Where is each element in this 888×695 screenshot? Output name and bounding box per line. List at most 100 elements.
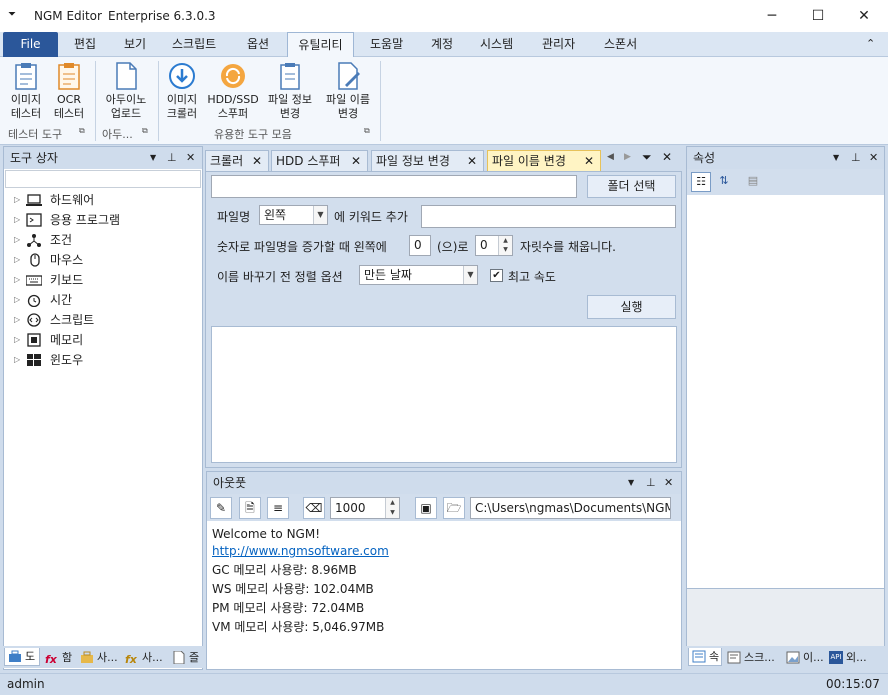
expand-arrow-icon[interactable]: ▷ [14,210,20,230]
tab-user-functions[interactable]: fx 사... [121,648,167,666]
panel-menu-icon[interactable]: ▼ [628,472,634,494]
tree-item-window[interactable]: ▷ 윈도우 [4,350,200,370]
tab-scroll-left-icon[interactable]: ◀ [607,152,614,162]
rename-results-list[interactable] [211,326,677,463]
tree-item-script[interactable]: ▷ 스크립트 [4,310,200,330]
tab-user[interactable]: 사... [76,648,120,666]
output-path-field[interactable]: C:\Users\ngmas\Documents\NGM6\ [470,497,671,519]
panel-menu-icon[interactable]: ▼ [150,147,156,169]
stepper-arrows-icon[interactable]: ▲ ▼ [385,498,399,518]
panel-close-icon[interactable]: ✕ [869,147,878,169]
menu-utility[interactable]: 유틸리티 [287,32,354,58]
quick-access-icon[interactable]: ⏷ [8,9,16,20]
tab-close-icon[interactable]: ✕ [351,151,361,171]
group-launcher-icon[interactable]: ⧉ [79,126,85,136]
start-number-input[interactable]: 0 [409,235,431,256]
fast-speed-checkbox[interactable]: ✔ [490,269,503,282]
menu-system[interactable]: 시스템 [474,32,519,57]
tab-functions[interactable]: fx 함 [41,648,75,666]
file-rename-button[interactable]: 파일 이름 변경 [320,61,376,121]
tab-file-rename[interactable]: 파일 이름 변경 ✕ [487,150,601,172]
eraser-icon[interactable]: ⌫ [303,497,325,519]
tree-item-application[interactable]: ▷ 응용 프로그램 [4,210,200,230]
close-button[interactable]: ✕ [841,0,887,32]
stepper-arrows-icon[interactable]: ▲ ▼ [498,236,512,255]
sort-select[interactable]: 만든 날짜 ▼ [359,265,478,285]
sort-alpha-icon[interactable]: ⇅ [714,172,734,192]
menu-account[interactable]: 계정 [425,32,459,57]
image-crawler-button[interactable]: 이미지 크롤러 [162,61,202,121]
group-launcher-icon[interactable]: ⧉ [142,126,148,136]
tab-external-api[interactable]: API 외... [825,648,879,666]
tab-close-icon[interactable]: ✕ [584,151,594,171]
keyword-input[interactable] [421,205,676,228]
tab-hdd-spoofer[interactable]: HDD 스푸퍼 ✕ [271,150,368,172]
open-folder-icon[interactable]: 🗁 [443,497,465,519]
property-pages-icon[interactable]: ▤ [743,172,763,192]
expand-arrow-icon[interactable]: ▷ [14,310,20,330]
expand-arrow-icon[interactable]: ▷ [14,290,20,310]
tree-item-hardware[interactable]: ▷ 하드웨어 [4,190,200,210]
line-count-stepper[interactable]: 1000 ▲ ▼ [330,497,400,519]
ribbon-collapse-icon[interactable]: ⌃ [860,32,881,57]
property-grid[interactable] [687,195,884,587]
pin-icon[interactable]: ⊥ [167,147,177,169]
digits-stepper[interactable]: 0 ▲ ▼ [475,235,513,256]
tab-script[interactable]: 스크... [723,648,781,666]
expand-arrow-icon[interactable]: ▷ [14,230,20,250]
menu-sponsor[interactable]: 스폰서 [598,32,643,57]
menu-options[interactable]: 옵션 [241,32,275,57]
tree-item-keyboard[interactable]: ▷ 키보드 [4,270,200,290]
menu-script[interactable]: 스크립트 [166,32,222,57]
menu-edit[interactable]: 편집 [68,32,102,57]
expand-arrow-icon[interactable]: ▷ [14,190,20,210]
expand-arrow-icon[interactable]: ▷ [14,250,20,270]
ocr-tester-button[interactable]: OCR 테스터 [50,61,88,121]
expand-arrow-icon[interactable]: ▷ [14,270,20,290]
tab-favorites[interactable]: 즐 [168,648,202,666]
list-icon[interactable]: ≡ [267,497,289,519]
dropdown-arrow-icon[interactable]: ▼ [313,206,327,224]
expand-arrow-icon[interactable]: ▷ [14,350,20,370]
tab-crawler[interactable]: 크롤러 ✕ [205,150,269,172]
menu-admin[interactable]: 관리자 [536,32,581,57]
folder-select-button[interactable]: 폴더 선택 [587,175,676,198]
folder-path-input[interactable] [211,175,577,198]
tree-item-condition[interactable]: ▷ 조건 [4,230,200,250]
tab-close-icon[interactable]: ✕ [467,151,477,171]
expand-arrow-icon[interactable]: ▷ [14,330,20,350]
pin-icon[interactable]: ⊥ [851,147,861,169]
panel-close-icon[interactable]: ✕ [186,147,195,169]
clear-output-icon[interactable]: ✎ [210,497,232,519]
tree-item-time[interactable]: ▷ 시간 [4,290,200,310]
tab-list-icon[interactable]: ⏷ [642,150,652,165]
website-link[interactable]: http://www.ngmsoftware.com [212,544,389,558]
menu-help[interactable]: 도움말 [364,32,409,57]
panel-menu-icon[interactable]: ▼ [833,147,839,169]
tab-close-icon[interactable]: ✕ [252,151,262,171]
close-document-icon[interactable]: ✕ [662,150,672,164]
panel-close-icon[interactable]: ✕ [664,472,673,494]
tree-item-mouse[interactable]: ▷ 마우스 [4,250,200,270]
categorized-icon[interactable]: ☷ [691,172,711,192]
menu-file[interactable]: File [3,32,58,57]
toolbox-search-input[interactable] [5,170,201,188]
image-tester-button[interactable]: 이미지 테스터 [6,61,46,121]
tab-toolbox[interactable]: 도 [4,648,40,666]
tab-file-info[interactable]: 파일 정보 변경 ✕ [371,150,484,172]
dropdown-arrow-icon[interactable]: ▼ [463,266,477,284]
file-info-change-button[interactable]: 파일 정보 변경 [263,61,317,121]
maximize-button[interactable]: ☐ [795,0,841,32]
minimize-button[interactable]: ─ [749,0,795,32]
save-log-icon[interactable]: 🗎 [239,497,261,519]
hdd-spoofer-button[interactable]: HDD/SSD 스푸퍼 [205,61,261,121]
menu-view[interactable]: 보기 [118,32,152,57]
group-launcher-icon[interactable]: ⧉ [364,126,370,136]
tab-scroll-right-icon[interactable]: ▶ [624,152,631,162]
pin-icon[interactable]: ⊥ [646,472,656,494]
tab-image[interactable]: 이... [782,648,824,666]
position-select[interactable]: 왼쪽 ▼ [259,205,328,225]
run-button[interactable]: 실행 [587,295,676,319]
save-icon[interactable]: ▣ [415,497,437,519]
tree-item-memory[interactable]: ▷ 메모리 [4,330,200,350]
